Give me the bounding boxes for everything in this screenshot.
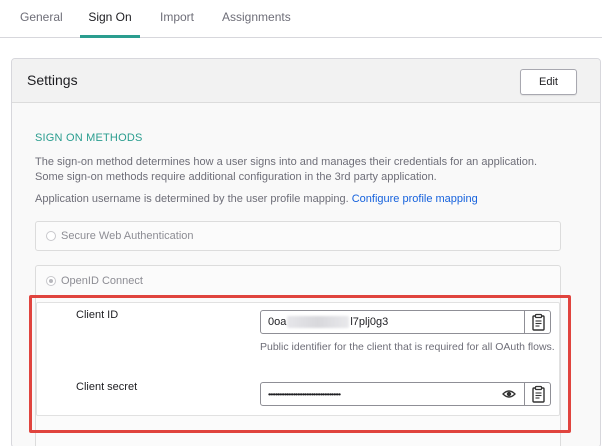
tab-bar: General Sign On Import Assignments [0, 0, 602, 38]
edit-button[interactable]: Edit [520, 69, 577, 95]
radio-icon[interactable] [46, 231, 56, 241]
option-label: OpenID Connect [61, 275, 143, 287]
username-note-line: Application username is determined by th… [35, 192, 565, 207]
sign-on-methods-title: SIGN ON METHODS [35, 132, 143, 144]
settings-title: Settings [27, 72, 78, 88]
tab-sign-on[interactable]: Sign On [80, 0, 140, 38]
username-note: Application username is determined by th… [35, 193, 349, 205]
highlight-annotation [29, 295, 571, 433]
option-label: Secure Web Authentication [61, 230, 194, 242]
tab-import[interactable]: Import [158, 0, 196, 38]
option-secure-web-authentication[interactable]: Secure Web Authentication [35, 221, 561, 251]
tab-general[interactable]: General [20, 0, 63, 38]
radio-checked-icon[interactable] [46, 276, 56, 286]
settings-header: Settings Edit [12, 59, 600, 103]
configure-profile-mapping-link[interactable]: Configure profile mapping [352, 193, 478, 205]
sign-on-description: The sign-on method determines how a user… [35, 156, 538, 183]
tab-assignments[interactable]: Assignments [222, 0, 291, 38]
